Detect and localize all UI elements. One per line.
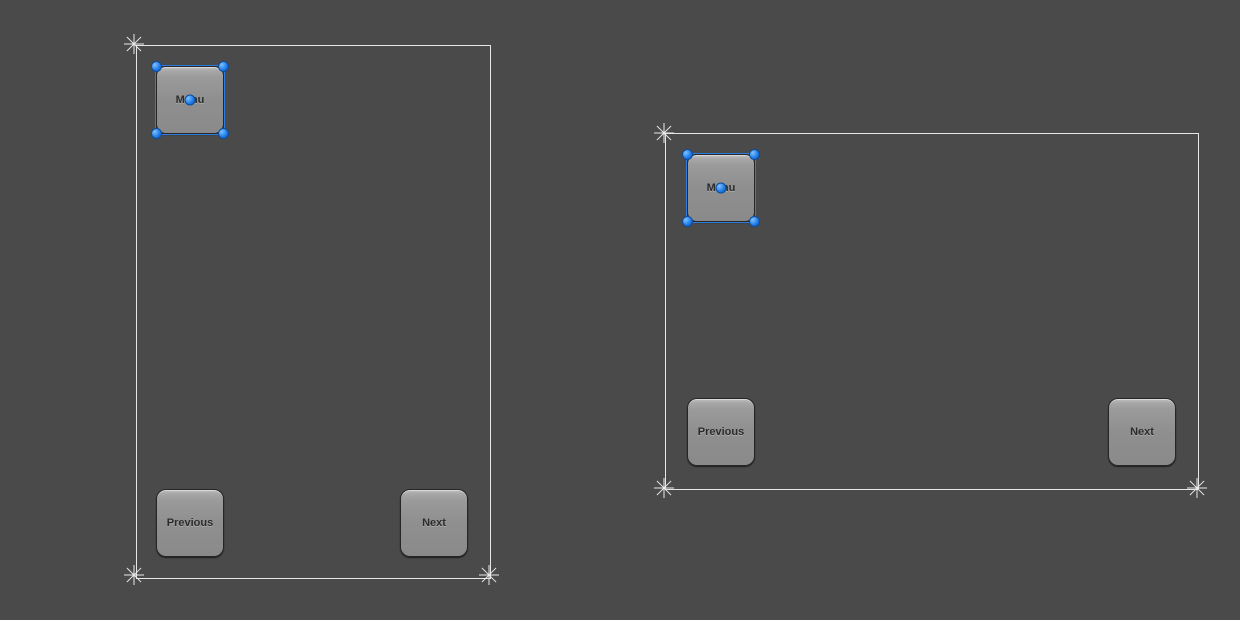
move-handle-center[interactable] — [716, 183, 727, 194]
resize-handle-top-right[interactable] — [218, 61, 229, 72]
resize-handle-bottom-right[interactable] — [218, 128, 229, 139]
next-button[interactable]: Next — [1108, 398, 1176, 466]
resize-handle-top-left[interactable] — [151, 61, 162, 72]
resize-handle-bottom-left[interactable] — [151, 128, 162, 139]
previous-button[interactable]: Previous — [156, 489, 224, 557]
resize-handle-bottom-left[interactable] — [682, 216, 693, 227]
previous-button-label: Previous — [167, 517, 213, 529]
next-button[interactable]: Next — [400, 489, 468, 557]
resize-handle-bottom-right[interactable] — [749, 216, 760, 227]
design-canvas[interactable]: Menu Previous Next Menu Previous Next — [0, 0, 1240, 620]
resize-handle-top-right[interactable] — [749, 149, 760, 160]
next-button-label: Next — [422, 517, 446, 529]
move-handle-center[interactable] — [185, 95, 196, 106]
previous-button[interactable]: Previous — [687, 398, 755, 466]
resize-handle-top-left[interactable] — [682, 149, 693, 160]
previous-button-label: Previous — [698, 426, 744, 438]
next-button-label: Next — [1130, 426, 1154, 438]
